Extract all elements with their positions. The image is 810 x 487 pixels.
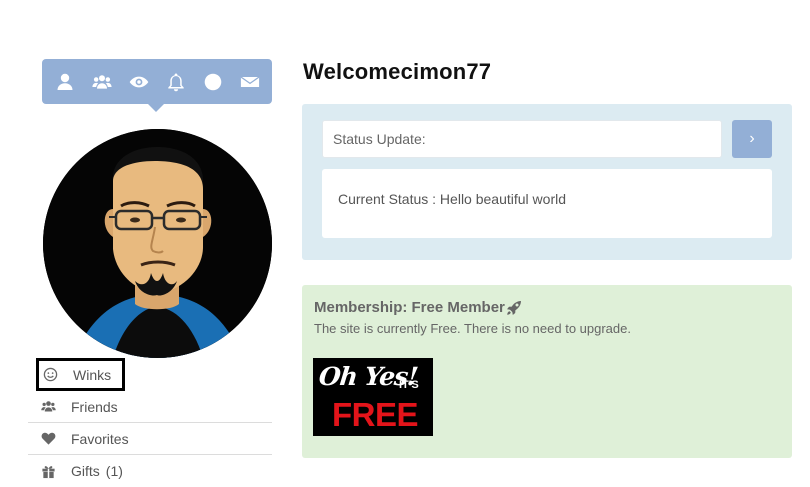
free-badge-image: Oh Yes! IT'S FREE [313,358,433,436]
gifts-count-badge: (1) [105,463,123,479]
bell-icon[interactable] [163,69,189,95]
users-icon[interactable] [89,69,115,95]
page-title: Welcomecimon77 [303,59,492,84]
badge-free: FREE [332,396,419,433]
membership-title: Membership: Free Member [314,299,522,316]
avatar [43,129,272,358]
status-panel: › Current Status : Hello beautiful world [302,104,792,260]
menu-item-label: Gifts [71,463,100,479]
status-submit-button[interactable]: › [732,120,772,158]
profile-menu: Winks Friends Favorites Gifts (1) [28,358,272,487]
status-update-input[interactable] [322,120,722,158]
menu-item-label: Friends [71,398,118,415]
badge-its: IT'S [399,379,419,391]
menu-item-gifts[interactable]: Gifts (1) [28,455,272,487]
rocket-icon [506,300,521,315]
users-icon [41,399,57,415]
eye-icon[interactable] [126,69,152,95]
profile-icon-toolbar [42,59,272,112]
smile-icon [43,367,59,383]
membership-title-text: Membership: Free Member [314,299,505,316]
menu-item-label: Winks [73,366,112,383]
menu-item-friends[interactable]: Friends [28,391,272,423]
envelope-icon[interactable] [237,69,263,95]
gift-icon [41,463,57,479]
chevron-right-icon: › [749,130,755,147]
membership-description: The site is currently Free. There is no … [314,321,631,336]
menu-item-favorites[interactable]: Favorites [28,423,272,455]
user-icon[interactable] [52,69,78,95]
heart-icon [41,431,57,447]
circle-icon[interactable] [200,69,226,95]
membership-panel: Membership: Free Member The site is curr… [302,285,792,458]
menu-item-label: Favorites [71,430,129,447]
current-status-text: Current Status : Hello beautiful world [338,191,566,207]
menu-item-winks[interactable]: Winks [36,358,125,391]
current-status-box: Current Status : Hello beautiful world [322,169,772,238]
